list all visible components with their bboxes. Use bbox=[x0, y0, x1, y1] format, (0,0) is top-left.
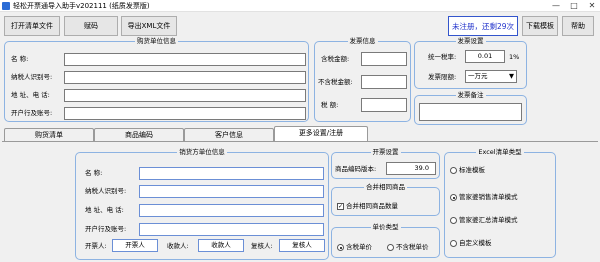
seller-name-label: 名 称: bbox=[85, 169, 103, 177]
excel-type-radio-sales[interactable] bbox=[450, 194, 457, 201]
tax-exclusive-amount-label: 不含税金额: bbox=[318, 78, 353, 86]
tax-inclusive-price-radio[interactable] bbox=[337, 244, 344, 251]
download-template-button[interactable]: 下载模板 bbox=[522, 16, 558, 36]
buyer-address-input[interactable] bbox=[64, 89, 306, 102]
tax-inclusive-price-label: 含税单价 bbox=[346, 243, 372, 251]
invoice-info-group: 发票信息 含税金额: 不含税金额: 税 额: bbox=[314, 37, 411, 122]
tax-rate-unit: 1% bbox=[509, 53, 520, 61]
tax-inclusive-amount-field bbox=[361, 52, 407, 66]
chevron-down-icon: ▼ bbox=[509, 72, 514, 80]
tax-rate-input[interactable]: 0.01 bbox=[465, 50, 505, 63]
seller-name-input[interactable] bbox=[139, 167, 324, 180]
buyer-name-label: 名 称: bbox=[11, 55, 29, 63]
excel-type-group: Excel清单类型 标准模板 管家婆销售清单模式 管家婆汇总清单模式 自定义模板 bbox=[444, 148, 556, 258]
invoice-limit-label: 发票限额: bbox=[428, 73, 457, 81]
excel-type-radio-custom[interactable] bbox=[450, 240, 457, 247]
tax-exclusive-price-label: 不含税单价 bbox=[396, 243, 429, 251]
tab-product-code[interactable]: 商品编码 bbox=[94, 128, 184, 141]
buyer-bank-input[interactable] bbox=[64, 107, 306, 120]
tab-purchase-list[interactable]: 购货清单 bbox=[4, 128, 94, 141]
excel-type-title: Excel清单类型 bbox=[476, 148, 524, 156]
tax-exclusive-price-radio[interactable] bbox=[387, 244, 394, 251]
seller-bank-input[interactable] bbox=[139, 223, 324, 236]
tax-amount-label: 税 额: bbox=[321, 101, 339, 109]
seller-group: 销货方单位信息 名 称: 纳税人识别号: 地 址、电 话: 开户行及账号: 开票… bbox=[75, 148, 329, 260]
excel-type-label-standard: 标准模板 bbox=[459, 166, 485, 174]
payee-label: 收款人: bbox=[167, 242, 189, 250]
tab-more-settings[interactable]: 更多设置/注册 bbox=[274, 126, 368, 142]
open-settings-group: 开票设置 商品编码版本: 39.0 bbox=[331, 148, 440, 179]
merge-group-title: 合并相同商品 bbox=[364, 183, 407, 191]
invoice-remark-input[interactable] bbox=[419, 103, 522, 121]
invoice-limit-select[interactable]: 一万元 ▼ bbox=[465, 70, 517, 83]
seller-tax-id-label: 纳税人识别号: bbox=[85, 187, 127, 195]
minimize-button[interactable]: — bbox=[548, 0, 564, 12]
buyer-bank-label: 开户行及账号: bbox=[11, 109, 53, 117]
invoice-settings-title: 发票设置 bbox=[455, 37, 486, 45]
app-icon bbox=[2, 2, 10, 10]
buyer-group: 购货单位信息 名 称: 纳税人识别号: 地 址、电 话: 开户行及账号: bbox=[4, 37, 309, 122]
open-list-button[interactable]: 打开清单文件 bbox=[4, 16, 60, 36]
code-version-input[interactable]: 39.0 bbox=[386, 162, 436, 175]
issuer-input[interactable]: 开票人 bbox=[112, 239, 158, 252]
excel-type-radio-summary[interactable] bbox=[450, 217, 457, 224]
merge-checkbox[interactable]: ✓ bbox=[337, 203, 344, 210]
excel-type-label-summary: 管家婆汇总清单模式 bbox=[459, 216, 518, 224]
tab-customer-info[interactable]: 客户信息 bbox=[184, 128, 274, 141]
merge-group: 合并相同商品 ✓ 合并相同商品数量 bbox=[331, 183, 440, 216]
excel-type-label-custom: 自定义模板 bbox=[459, 239, 492, 247]
tax-inclusive-amount-label: 含税金额: bbox=[321, 55, 350, 63]
register-status-button[interactable]: 未注册，还剩29次 bbox=[448, 16, 518, 36]
buyer-address-label: 地 址、电 话: bbox=[11, 91, 50, 99]
tax-rate-label: 统一税率: bbox=[428, 53, 457, 61]
export-xml-button[interactable]: 导出XML文件 bbox=[121, 16, 177, 36]
seller-group-title: 销货方单位信息 bbox=[177, 148, 227, 156]
invoice-remark-group: 发票备注 bbox=[414, 91, 527, 125]
buyer-tax-id-label: 纳税人识别号: bbox=[11, 73, 53, 81]
excel-type-label-sales: 管家婆销售清单模式 bbox=[459, 193, 518, 201]
seller-bank-label: 开户行及账号: bbox=[85, 225, 127, 233]
tax-exclusive-amount-field bbox=[361, 75, 407, 89]
payee-input[interactable]: 收款人 bbox=[198, 239, 244, 252]
seller-address-input[interactable] bbox=[139, 204, 324, 217]
invoice-remark-title: 发票备注 bbox=[455, 91, 486, 99]
buyer-tax-id-input[interactable] bbox=[64, 71, 306, 84]
invoice-info-title: 发票信息 bbox=[347, 37, 378, 45]
invoice-limit-value: 一万元 bbox=[468, 72, 488, 80]
code-version-label: 商品编码版本: bbox=[335, 165, 377, 173]
buyer-group-title: 购货单位信息 bbox=[135, 37, 178, 45]
excel-type-radio-standard[interactable] bbox=[450, 167, 457, 174]
close-button[interactable]: ✕ bbox=[584, 0, 600, 12]
reviewer-label: 复核人: bbox=[251, 242, 273, 250]
merge-checkbox-label: 合并相同商品数量 bbox=[346, 202, 398, 210]
seller-address-label: 地 址、电 话: bbox=[85, 206, 124, 214]
help-button[interactable]: 帮助 bbox=[562, 16, 594, 36]
window-title: 轻松开票通导入助手v202111 (纸质发票版) bbox=[13, 2, 150, 10]
reviewer-input[interactable]: 复核人 bbox=[279, 239, 325, 252]
title-bar: 轻松开票通导入助手v202111 (纸质发票版) — □ ✕ bbox=[0, 0, 600, 12]
maximize-button[interactable]: □ bbox=[566, 0, 582, 12]
seller-tax-id-input[interactable] bbox=[139, 185, 324, 198]
buyer-name-input[interactable] bbox=[64, 53, 306, 66]
unit-price-title: 单价类型 bbox=[370, 223, 401, 231]
code-button[interactable]: 赋码 bbox=[64, 16, 118, 36]
issuer-label: 开票人: bbox=[85, 242, 107, 250]
unit-price-group: 单价类型 含税单价 不含税单价 bbox=[331, 223, 440, 258]
tax-amount-field bbox=[361, 98, 407, 112]
invoice-settings-group: 发票设置 统一税率: 0.01 1% 发票限额: 一万元 ▼ bbox=[414, 37, 527, 89]
open-settings-title: 开票设置 bbox=[370, 148, 401, 156]
